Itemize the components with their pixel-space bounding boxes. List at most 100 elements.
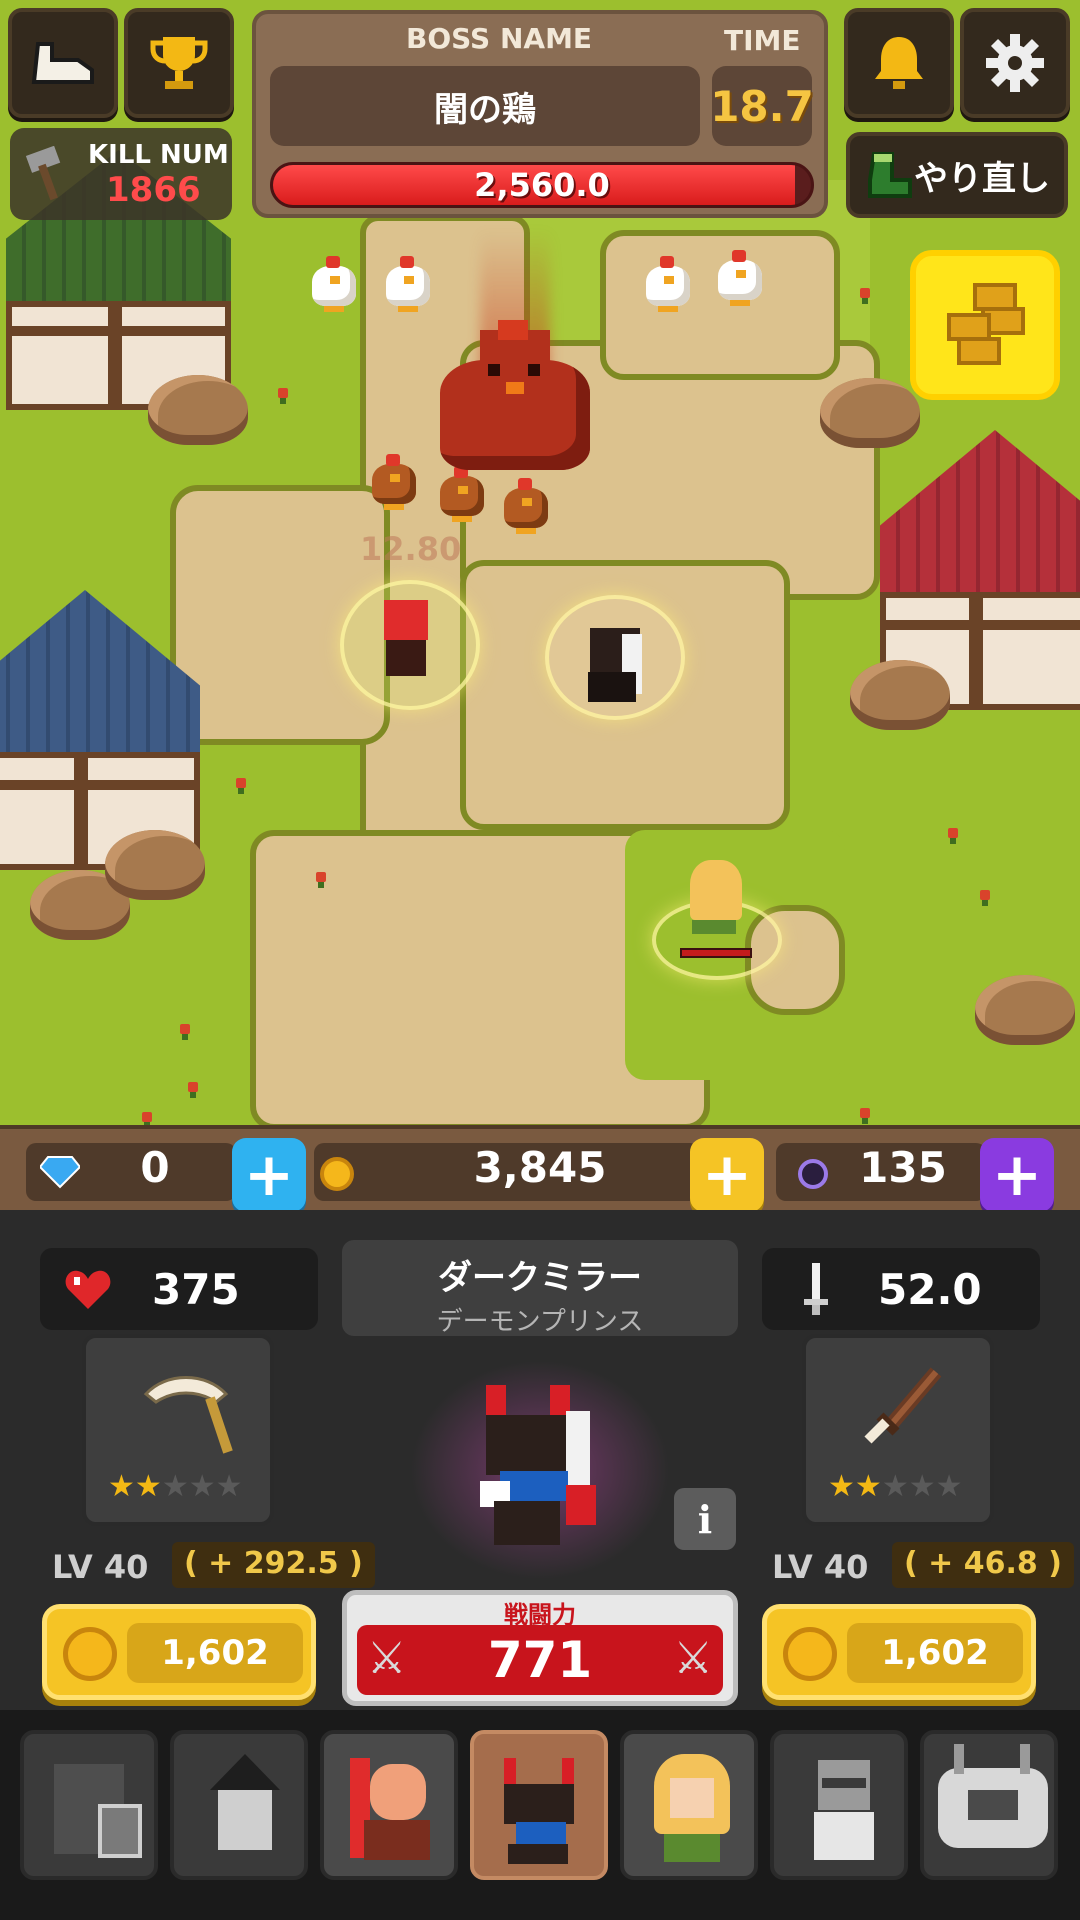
notification-button[interactable] <box>844 8 954 118</box>
haystack <box>105 830 205 900</box>
flower <box>142 1112 152 1122</box>
combat-power-bar: ⚔ 771 ⚔ <box>357 1625 723 1695</box>
hero-info-button[interactable]: i <box>674 1488 736 1550</box>
hero-slot-elf[interactable] <box>620 1730 758 1880</box>
right-item-bonus: ( + 46.8 ) <box>892 1542 1074 1588</box>
crossed-swords-icon: ⚔ <box>673 1633 713 1684</box>
chicken-enemy[interactable] <box>308 250 360 312</box>
boss-hp-value: 2,560.0 <box>474 166 610 204</box>
left-upgrade-button[interactable]: 1,602 <box>42 1604 316 1700</box>
star-filled-icon: ★ <box>134 1469 162 1504</box>
attack-stat: 52.0 <box>762 1248 1040 1330</box>
combat-power: 戦闘力 ⚔ 771 ⚔ <box>342 1590 738 1706</box>
gold-count: 3,845 <box>473 1143 607 1192</box>
boss-dark-chicken[interactable] <box>440 230 590 480</box>
hero-slot-redhair[interactable] <box>320 1730 458 1880</box>
star-filled-icon: ★ <box>854 1469 882 1504</box>
boss-hp-bar: 2,560.0 <box>270 162 814 208</box>
boot-icon <box>868 152 912 198</box>
flower <box>188 1082 198 1092</box>
gem-count: 0 <box>140 1143 170 1192</box>
haystack <box>148 375 248 445</box>
scythe-icon <box>143 1376 233 1454</box>
chicken-enemy[interactable] <box>642 250 694 312</box>
heart-icon <box>65 1270 111 1309</box>
kill-counter: KILL NUM 1866 <box>10 128 232 220</box>
hp-stat: 375 <box>40 1248 318 1330</box>
left-item-slot[interactable]: ★★★★★ <box>82 1334 274 1526</box>
retry-button[interactable]: やり直し <box>846 132 1068 218</box>
flower <box>278 388 288 398</box>
star-empty-icon: ★ <box>908 1469 936 1504</box>
game-screen: 12.80 BOSS NAME TIME 闇の鶏 18.7 2,560.0 KI… <box>0 0 1080 1920</box>
flower <box>316 872 326 882</box>
gold-bonus-button[interactable] <box>910 250 1060 400</box>
kill-value: 1866 <box>106 170 201 210</box>
retry-label: やり直し <box>914 158 1050 199</box>
settings-button[interactable] <box>960 8 1070 118</box>
flower <box>236 778 246 788</box>
add-gems-button[interactable]: + <box>232 1138 306 1212</box>
damage-number: 12.80 <box>360 530 462 568</box>
right-upgrade-cost: 1,602 <box>847 1623 1023 1683</box>
house-blue <box>0 590 200 870</box>
brown-chicken-enemy[interactable] <box>368 448 420 510</box>
trophy-button[interactable] <box>124 8 234 118</box>
field-hero-darkmirror[interactable] <box>582 628 652 708</box>
star-empty-icon: ★ <box>161 1469 189 1504</box>
gold-coins-icon <box>947 283 1025 365</box>
haystack <box>850 660 950 730</box>
attack-value: 52.0 <box>878 1264 982 1314</box>
right-item-slot[interactable]: ★★★★★ <box>802 1334 994 1526</box>
combat-power-value: 771 <box>487 1631 593 1689</box>
left-item-level: LV 40 <box>52 1548 149 1586</box>
chicken-enemy[interactable] <box>714 244 766 306</box>
add-orbs-button[interactable]: + <box>980 1138 1054 1212</box>
hero-slot-knight[interactable] <box>20 1730 158 1880</box>
kill-label: KILL NUM <box>88 140 229 170</box>
bell-icon <box>875 37 923 89</box>
star-empty-icon: ★ <box>215 1469 243 1504</box>
crossed-swords-icon: ⚔ <box>367 1633 407 1684</box>
flower <box>180 1024 190 1034</box>
coin-icon <box>320 1157 354 1191</box>
hero-select-bar <box>0 1710 1080 1920</box>
flower <box>980 890 990 900</box>
field-hero-redhair[interactable] <box>380 600 440 680</box>
flower <box>860 288 870 298</box>
right-item-stars: ★★★★★ <box>828 1469 963 1504</box>
flower <box>860 1108 870 1118</box>
currency-bar: 0 + 3,845 + 135 + <box>0 1125 1080 1212</box>
left-upgrade-cost: 1,602 <box>127 1623 303 1683</box>
coin-icon <box>783 1627 837 1681</box>
hero-slot-wizard[interactable] <box>170 1730 308 1880</box>
right-upgrade-button[interactable]: 1,602 <box>762 1604 1036 1700</box>
coin-icon <box>63 1627 117 1681</box>
hero-slot-darkmirror[interactable] <box>470 1730 608 1880</box>
hero-slot-scientist[interactable] <box>770 1730 908 1880</box>
time-label: TIME <box>724 24 801 57</box>
hero-panel: 375 ダークミラー デーモンプリンス 52.0 ★★★★★ LV 40 ( +… <box>0 1210 1080 1710</box>
field-hero-elf[interactable] <box>686 860 746 940</box>
orb-icon <box>798 1159 828 1189</box>
trophy-icon <box>150 37 208 89</box>
star-empty-icon: ★ <box>935 1469 963 1504</box>
sword-item-icon <box>864 1367 942 1444</box>
shoe-button[interactable] <box>8 8 118 118</box>
hero-name: ダークミラー <box>438 1258 642 1298</box>
haystack <box>975 975 1075 1045</box>
add-gold-button[interactable]: + <box>690 1138 764 1212</box>
hero-name-box: ダークミラー デーモンプリンス <box>342 1240 738 1337</box>
sword-icon <box>804 1263 828 1315</box>
chicken-enemy[interactable] <box>382 250 434 312</box>
star-empty-icon: ★ <box>881 1469 909 1504</box>
left-item-bonus: ( + 292.5 ) <box>172 1542 375 1588</box>
hero-slot-robot[interactable] <box>920 1730 1058 1880</box>
star-empty-icon: ★ <box>188 1469 216 1504</box>
brown-chicken-enemy[interactable] <box>500 472 552 534</box>
left-item-stars: ★★★★★ <box>108 1469 243 1504</box>
shoe-icon <box>31 42 94 84</box>
hammer-icon <box>25 146 61 201</box>
gear-icon <box>986 34 1044 92</box>
boss-name: 闇の鶏 <box>270 66 700 146</box>
